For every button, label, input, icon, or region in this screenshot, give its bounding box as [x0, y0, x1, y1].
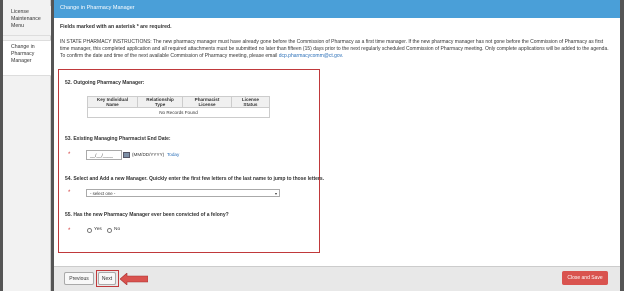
required-asterisk: * [68, 152, 71, 158]
column-header: Key Individual Name [87, 96, 138, 108]
column-header: Pharmacist License [182, 96, 232, 108]
felony-no-radio[interactable] [107, 228, 112, 233]
next-button[interactable]: Next [98, 272, 116, 285]
table-row: No Records Found [87, 107, 270, 118]
select-value: - select one - [90, 191, 116, 196]
email-link[interactable]: dcp.pharmacycomm@ct.gov. [279, 53, 343, 59]
question-54-label: 54. Select and Add a new Manager. Quickl… [65, 176, 325, 182]
question-52-label: 52. Outgoing Pharmacy Manager: [65, 80, 145, 86]
arrow-left-icon [120, 273, 148, 285]
page-title: Change in Pharmacy Manager [54, 0, 620, 18]
sidebar-item-label: License Maintenance Menu [11, 9, 41, 29]
empty-table-message: No Records Found [87, 107, 270, 118]
instructions-text: IN STATE PHARMACY INSTRUCTIONS: The new … [60, 39, 614, 60]
required-asterisk: * [68, 228, 71, 234]
felony-no-label: No [114, 227, 121, 232]
close-and-save-button[interactable]: Close and Save [562, 271, 608, 285]
new-manager-select[interactable]: - select one - ▾ [86, 189, 280, 197]
calendar-icon[interactable] [123, 152, 130, 158]
felony-yes-radio[interactable] [87, 228, 92, 233]
required-fields-note: Fields marked with an asterisk * are req… [60, 24, 172, 30]
sidebar: License Maintenance Menu Change in Pharm… [3, 0, 51, 291]
sidebar-item-label: Change in Pharmacy Manager [11, 44, 35, 64]
required-asterisk: * [68, 190, 71, 196]
column-header: License Status [230, 96, 271, 108]
date-format-hint: (MM/DD/YYYY) [132, 152, 165, 157]
column-header: Relationship Type [136, 96, 184, 108]
sidebar-item-change-pharmacy-manager[interactable]: Change in Pharmacy Manager [3, 40, 51, 76]
previous-button[interactable]: Previous [64, 272, 94, 285]
outgoing-manager-table: Key Individual Name Relationship Type Ph… [87, 96, 271, 118]
question-53-label: 53. Existing Managing Pharmacist End Dat… [65, 136, 171, 142]
felony-yes-label: Yes [94, 227, 102, 232]
sidebar-item-license-maintenance-menu[interactable]: License Maintenance Menu [3, 6, 51, 36]
chevron-down-icon: ▾ [274, 191, 277, 196]
today-link[interactable]: Today [167, 152, 179, 157]
end-date-input[interactable]: __/__/____ [86, 150, 122, 160]
question-55-label: 55. Has the new Pharmacy Manager ever be… [65, 212, 229, 218]
